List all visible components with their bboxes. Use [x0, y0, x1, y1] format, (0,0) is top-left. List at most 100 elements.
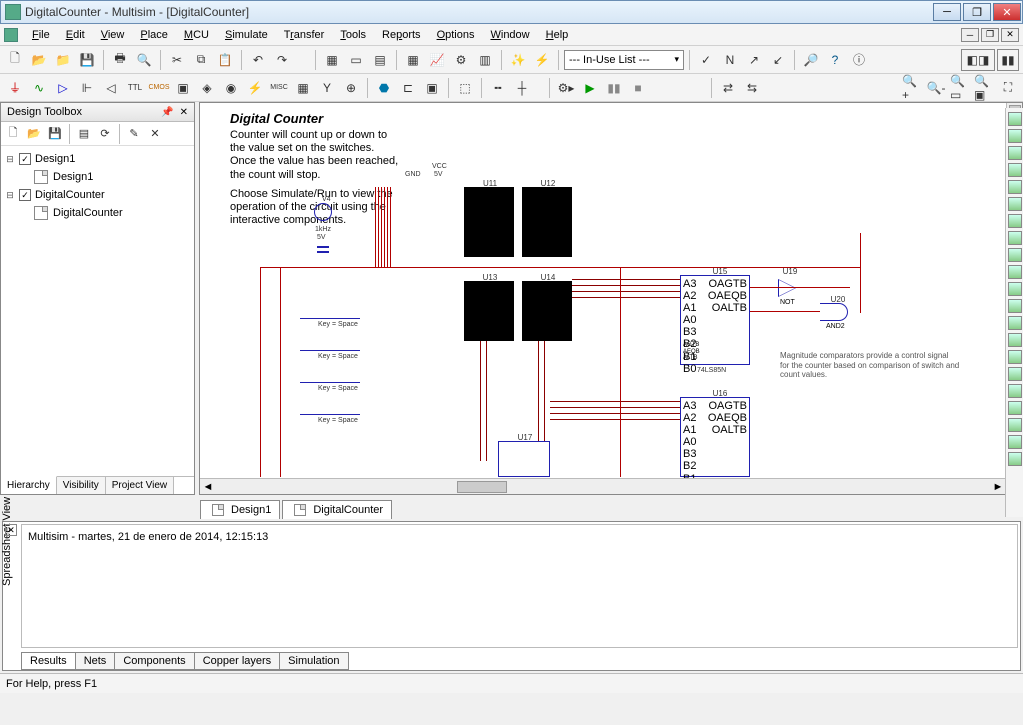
doc-tab-design1[interactable]: Design1	[200, 500, 280, 519]
instrument-logic-analyzer[interactable]	[1008, 248, 1022, 262]
spread-tab-results[interactable]: Results	[21, 652, 76, 670]
instrument-distortion[interactable]	[1008, 299, 1022, 313]
print-button[interactable]: 🖶	[109, 49, 131, 71]
spread-tab-simulation[interactable]: Simulation	[279, 652, 348, 670]
instrument-agilent-mm[interactable]	[1008, 367, 1022, 381]
instrument-current-probe[interactable]	[1008, 452, 1022, 466]
bus-button[interactable]: ╍	[487, 77, 509, 99]
pin-icon[interactable]: 📌	[161, 107, 173, 118]
forward-button[interactable]: ↗	[743, 49, 765, 71]
place-source-button[interactable]: ⏚	[4, 77, 26, 99]
instrument-spectrum[interactable]	[1008, 316, 1022, 330]
schematic-canvas[interactable]: Digital Counter Counter will count up or…	[200, 103, 1006, 478]
instrument-freq[interactable]	[1008, 214, 1022, 228]
menu-window[interactable]: Window	[482, 27, 537, 43]
doc-tab-digitalcounter[interactable]: DigitalCounter	[282, 500, 392, 519]
instrument-logic-conv[interactable]	[1008, 265, 1022, 279]
pause-button[interactable]: ▮▮	[603, 77, 625, 99]
menu-simulate[interactable]: Simulate	[217, 27, 276, 43]
panel-close-icon[interactable]: ✕	[180, 107, 188, 118]
instrument-bode[interactable]	[1008, 197, 1022, 211]
breadboard-button[interactable]: ▥	[474, 49, 496, 71]
place-ni-button[interactable]: ⬣	[373, 77, 395, 99]
place-mixed-button[interactable]: ◈	[196, 77, 218, 99]
spreadsheet-button[interactable]: ▤	[369, 49, 391, 71]
spreadsheet-body[interactable]: Multisim - martes, 21 de enero de 2014, …	[21, 524, 1018, 648]
help-button[interactable]: ?	[824, 49, 846, 71]
maximize-button[interactable]: ❐	[963, 3, 991, 21]
instrument-wordgen[interactable]	[1008, 231, 1022, 245]
dt-refresh-button[interactable]: ⟳	[95, 124, 115, 144]
component-wizard-button[interactable]: ✨	[507, 49, 529, 71]
place-connector-button[interactable]: ⊏	[397, 77, 419, 99]
find-button[interactable]: 🔎	[800, 49, 822, 71]
postproc-button[interactable]: ⚙	[450, 49, 472, 71]
mdi-restore[interactable]: ❐	[981, 28, 999, 42]
zoom-in-button[interactable]: 🔍+	[901, 77, 923, 99]
tab-visibility[interactable]: Visibility	[57, 477, 106, 494]
dt-save-button[interactable]: 💾	[45, 124, 65, 144]
instrument-agilent-fg[interactable]	[1008, 350, 1022, 364]
spread-tab-copper[interactable]: Copper layers	[194, 652, 280, 670]
new-button[interactable]: 🗋	[4, 49, 26, 71]
place-electromech-button[interactable]: ⊕	[340, 77, 362, 99]
instrument-funcgen[interactable]	[1008, 129, 1022, 143]
dt-rename-button[interactable]: ✎	[124, 124, 144, 144]
place-analog-button[interactable]: ◁	[100, 77, 122, 99]
dt-delete-button[interactable]: ✕	[145, 124, 165, 144]
place-power-button[interactable]: ⚡	[244, 77, 266, 99]
interactive-sim-button[interactable]: ⚙▸	[555, 77, 577, 99]
tab-project-view[interactable]: Project View	[106, 477, 174, 494]
horizontal-scrollbar[interactable]: ◄ ►	[200, 478, 1006, 494]
place-basic-button[interactable]: ∿	[28, 77, 50, 99]
pause-sim-icon[interactable]: ▮▮	[997, 49, 1019, 71]
instrument-scope[interactable]	[1008, 163, 1022, 177]
instrument-iv[interactable]	[1008, 282, 1022, 296]
zoom-out-button[interactable]: 🔍-	[925, 77, 947, 99]
spread-tab-nets[interactable]: Nets	[75, 652, 116, 670]
instrument-agilent-scope[interactable]	[1008, 384, 1022, 398]
toggle-grid-button[interactable]: ▦	[321, 49, 343, 71]
menu-edit[interactable]: Edit	[58, 27, 93, 43]
instrument-4ch-scope[interactable]	[1008, 180, 1022, 194]
place-rf-button[interactable]: Y	[316, 77, 338, 99]
spread-tab-components[interactable]: Components	[114, 652, 194, 670]
close-button[interactable]: ✕	[993, 3, 1021, 21]
menu-transfer[interactable]: Transfer	[276, 27, 333, 43]
mdi-minimize[interactable]: ─	[961, 28, 979, 42]
electrical-rules-button[interactable]: ⚡	[531, 49, 553, 71]
menu-file[interactable]: File	[24, 27, 58, 43]
dt-open-button[interactable]: 📂	[24, 124, 44, 144]
instrument-tek-scope[interactable]	[1008, 401, 1022, 415]
options-a-button[interactable]: ⇄	[717, 77, 739, 99]
place-diode-button[interactable]: ▷	[52, 77, 74, 99]
place-misc-digital-button[interactable]: ▣	[172, 77, 194, 99]
junction-button[interactable]: ┼	[511, 77, 533, 99]
save-button[interactable]: 💾	[76, 49, 98, 71]
menu-options[interactable]: Options	[429, 27, 483, 43]
open-button[interactable]: 📂	[28, 49, 50, 71]
place-ttl-button[interactable]: TTL	[124, 77, 146, 99]
hierarchy-up-button[interactable]: ⬚	[454, 77, 476, 99]
copy-button[interactable]: ⧉	[190, 49, 212, 71]
options-b-button[interactable]: ⇆	[741, 77, 763, 99]
in-use-list-combo[interactable]: --- In-Use List ---	[564, 50, 684, 70]
back-button[interactable]: ↙	[767, 49, 789, 71]
cut-button[interactable]: ✂	[166, 49, 188, 71]
place-cmos-button[interactable]: CMOS	[148, 77, 170, 99]
erc-button[interactable]: ✓	[695, 49, 717, 71]
dt-layers-button[interactable]: ▤	[74, 124, 94, 144]
menu-reports[interactable]: Reports	[374, 27, 429, 43]
instrument-network[interactable]	[1008, 333, 1022, 347]
redo-button[interactable]: ↷	[271, 49, 293, 71]
place-advanced-button[interactable]: ▦	[292, 77, 314, 99]
info-button[interactable]: ⓘ	[848, 49, 870, 71]
undo-button[interactable]: ↶	[247, 49, 269, 71]
grapher-button[interactable]: 📈	[426, 49, 448, 71]
minimize-button[interactable]: ─	[933, 3, 961, 21]
place-transistor-button[interactable]: ⊩	[76, 77, 98, 99]
menu-view[interactable]: View	[93, 27, 133, 43]
database-button[interactable]: ▦	[402, 49, 424, 71]
instrument-labview[interactable]	[1008, 418, 1022, 432]
run-button[interactable]: ▶	[579, 77, 601, 99]
